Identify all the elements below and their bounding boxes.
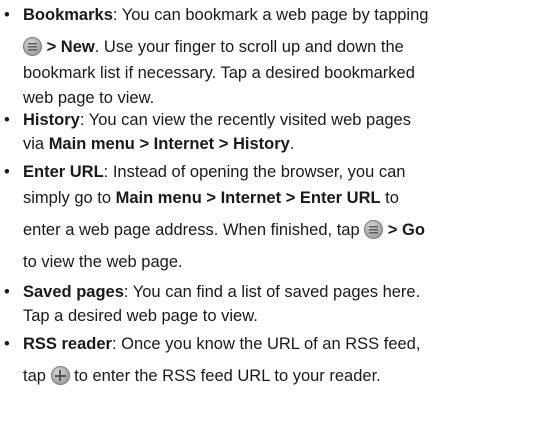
manual-page: • Bookmarks: You can bookmark a web page… [0, 0, 547, 425]
text-span: : Once you know the URL of an RSS feed, [111, 335, 421, 353]
item-text: Saved pages: You can find a list of save… [23, 281, 539, 330]
menu-icon [364, 219, 384, 239]
line: via Main menu > Internet > History. [23, 133, 539, 159]
text-span: : You can view the recently visited web … [79, 111, 411, 129]
term-bookmarks: Bookmarks [23, 6, 113, 24]
term-saved-pages: Saved pages [23, 283, 124, 301]
plus-icon [50, 366, 70, 385]
line: History: You can view the recently visit… [23, 109, 539, 133]
line: bookmark list if necessary. Tap a desire… [23, 63, 415, 82]
menu-path: Main menu > Internet > Enter URL [115, 188, 381, 207]
bullet: • [4, 6, 10, 24]
text-span: to [380, 188, 399, 207]
text-span: to enter the RSS feed URL to your reader… [69, 367, 381, 385]
term-rss-reader: RSS reader [23, 335, 112, 353]
text-span: enter a web page address. When finished,… [23, 220, 365, 239]
line: simply go to Main menu > Internet > Ente… [23, 187, 539, 219]
term-history: History [23, 111, 80, 129]
text-span: : You can bookmark a web page by tapping [112, 6, 429, 24]
term-enter-url: Enter URL [23, 163, 104, 181]
item-text: RSS reader: Once you know the URL of an … [23, 333, 539, 391]
text-span: : Instead of opening the browser, you ca… [103, 163, 406, 181]
text-span: tap [23, 367, 51, 385]
bullet: • [4, 111, 10, 129]
bullet: • [4, 335, 10, 353]
menu-icon [23, 37, 42, 56]
menu-new-label: > New [42, 38, 95, 56]
bullet: • [4, 283, 10, 301]
text-span: . [289, 134, 295, 153]
text-span: simply go to [23, 188, 116, 207]
line: RSS reader: Once you know the URL of an … [23, 333, 539, 365]
menu-go-label: > Go [383, 220, 425, 239]
line: Saved pages: You can find a list of save… [23, 281, 539, 305]
item-text: Enter URL: Instead of opening the browse… [23, 161, 539, 276]
text-span: : You can find a list of saved pages her… [123, 283, 421, 301]
line: Bookmarks: You can bookmark a web page b… [23, 4, 539, 36]
bullet: • [4, 163, 10, 181]
line: Tap a desired web page to view. [23, 306, 258, 325]
line: enter a web page address. When finished,… [23, 219, 539, 251]
menu-path: Main menu > Internet > History [48, 134, 290, 153]
item-text: History: You can view the recently visit… [23, 109, 539, 158]
line: tap to enter the RSS feed URL to your re… [23, 365, 539, 391]
text-span: . Use your finger to scroll up and down … [94, 38, 404, 56]
line: > New. Use your finger to scroll up and … [23, 36, 539, 62]
line: Enter URL: Instead of opening the browse… [23, 161, 539, 187]
line: to view the web page. [23, 252, 183, 271]
item-text: Bookmarks: You can bookmark a web page b… [23, 4, 539, 113]
text-span: via [23, 134, 49, 153]
